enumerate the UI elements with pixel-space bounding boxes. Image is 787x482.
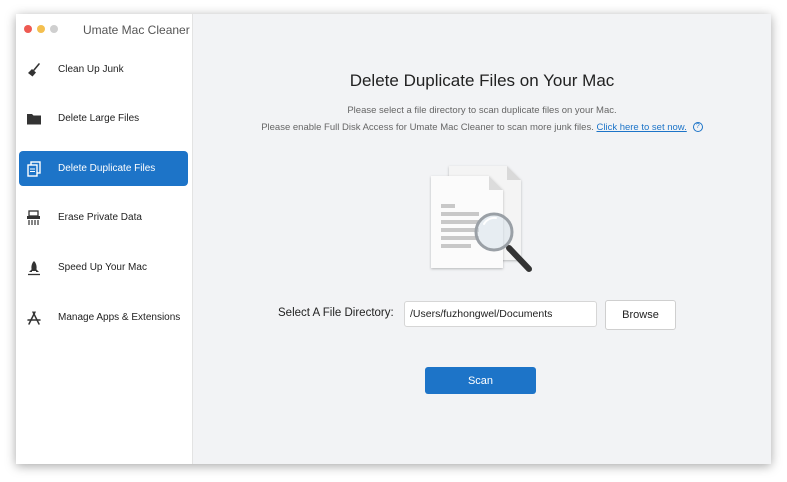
description-line-2: Please enable Full Disk Access for Umate… [193,122,771,133]
duplicate-files-magnifier-icon [429,162,539,295]
title-bar: Umate Mac Cleaner [16,14,192,46]
shredder-icon [25,209,43,227]
scan-button[interactable]: Scan [425,367,536,394]
sidebar-item-delete-duplicate-files[interactable]: Delete Duplicate Files [19,151,188,186]
zoom-window-button[interactable] [50,25,58,33]
sidebar-item-label: Clean Up Junk [58,64,124,75]
sidebar-item-label: Manage Apps & Extensions [58,312,181,323]
app-window: Umate Mac Cleaner Clean Up Junk Delete L… [16,14,771,464]
sidebar-item-erase-private-data[interactable]: Erase Private Data [19,200,188,235]
sidebar-item-label: Speed Up Your Mac [58,262,147,273]
rocket-icon [25,259,43,277]
sidebar-item-label: Delete Duplicate Files [58,163,156,174]
browse-button[interactable]: Browse [605,300,676,330]
minimize-window-button[interactable] [37,25,45,33]
page-title: Delete Duplicate Files on Your Mac [349,71,615,90]
full-disk-access-text: Please enable Full Disk Access for Umate… [261,122,594,133]
directory-input[interactable] [404,301,597,327]
help-icon[interactable]: ? [692,122,703,133]
sidebar-item-label: Delete Large Files [58,113,140,124]
sidebar: Umate Mac Cleaner Clean Up Junk Delete L… [16,14,193,464]
directory-label: Select A File Directory: [278,307,394,319]
duplicate-files-icon [25,160,43,178]
sidebar-item-delete-large-files[interactable]: Delete Large Files [19,101,188,136]
app-store-icon [25,309,43,327]
main-panel: Delete Duplicate Files on Your Mac Pleas… [193,14,771,464]
broom-icon [25,61,43,79]
sidebar-item-manage-apps-extensions[interactable]: Manage Apps & Extensions [19,300,188,335]
sidebar-item-clean-up-junk[interactable]: Clean Up Junk [19,52,188,87]
close-window-button[interactable] [24,25,32,33]
sidebar-item-speed-up-your-mac[interactable]: Speed Up Your Mac [19,250,188,285]
app-title: Umate Mac Cleaner [83,23,190,37]
description-line-1: Please select a file directory to scan d… [347,105,617,116]
folder-icon [25,110,43,128]
sidebar-item-label: Erase Private Data [58,212,142,223]
set-now-link[interactable]: Click here to set now. [596,122,686,133]
